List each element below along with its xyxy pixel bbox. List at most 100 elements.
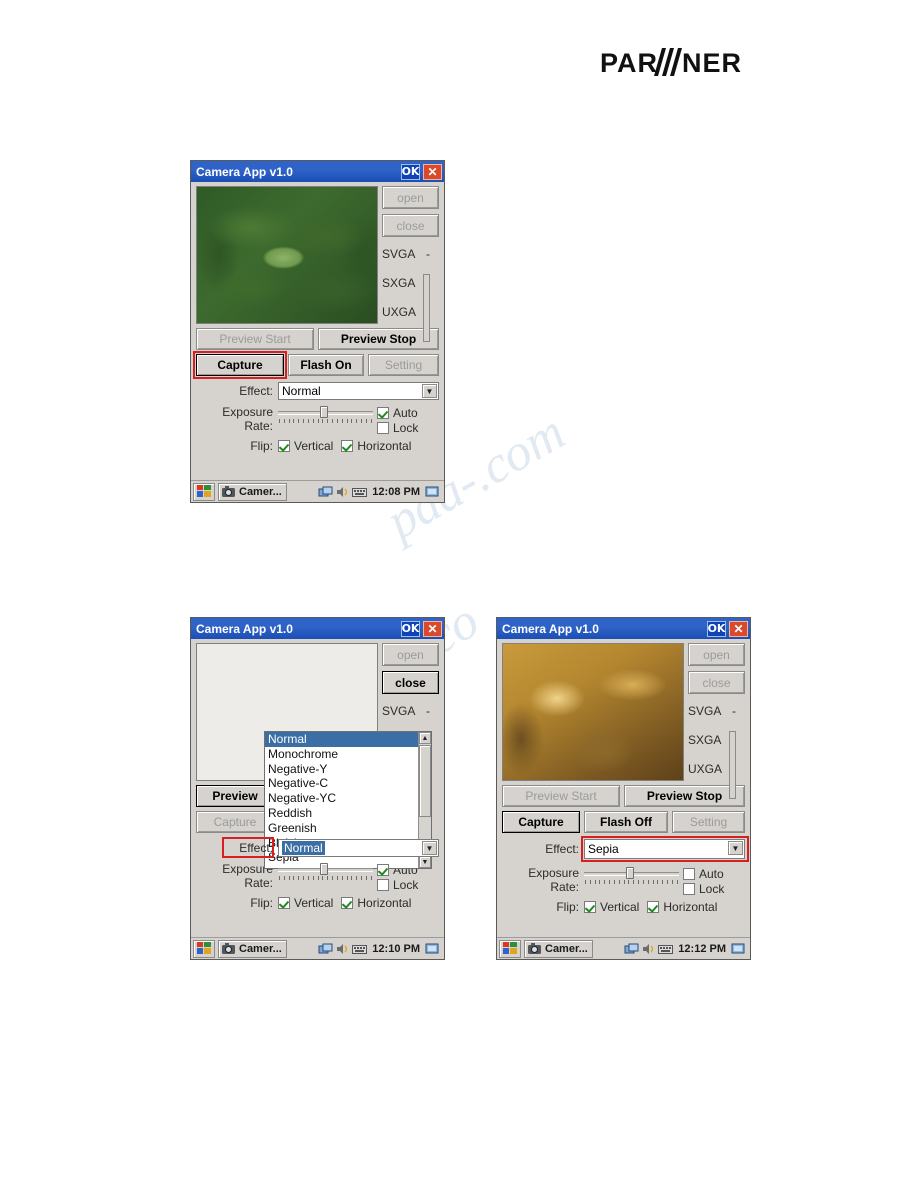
resolution-dash: - xyxy=(426,246,430,261)
setting-button[interactable]: Setting xyxy=(672,811,745,833)
setting-button[interactable]: Setting xyxy=(368,354,439,376)
network-icon[interactable] xyxy=(318,485,333,499)
capture-button[interactable]: Capture xyxy=(502,811,580,833)
dropdown-item[interactable]: Negative-Y xyxy=(265,762,418,777)
checkbox-icon[interactable] xyxy=(683,882,695,895)
preview-stop-button[interactable]: Preview Stop xyxy=(624,785,745,807)
checkbox-icon[interactable] xyxy=(377,863,389,876)
effect-combo[interactable]: Normal ▼ xyxy=(278,839,439,857)
open-button[interactable]: open xyxy=(382,643,439,666)
slider-thumb[interactable] xyxy=(319,863,328,875)
flip-horizontal-checkbox[interactable]: Horizontal xyxy=(647,900,717,914)
resolution-item-uxga[interactable]: UXGA- xyxy=(382,303,439,320)
start-button-icon[interactable] xyxy=(193,939,215,958)
auto-checkbox[interactable]: Auto xyxy=(377,405,439,420)
chevron-down-icon[interactable]: ▼ xyxy=(422,841,437,855)
capture-button[interactable]: Capture xyxy=(196,811,274,833)
checkbox-icon[interactable] xyxy=(377,406,389,419)
checkbox-icon[interactable] xyxy=(683,867,695,880)
close-icon[interactable]: ✕ xyxy=(729,620,748,637)
chevron-down-icon[interactable]: ▼ xyxy=(422,384,437,398)
scroll-up-icon[interactable]: ▲ xyxy=(419,732,431,744)
close-icon[interactable]: ✕ xyxy=(423,620,442,637)
flash-button[interactable]: Flash Off xyxy=(584,811,668,833)
close-button[interactable]: close xyxy=(382,214,439,237)
volume-icon[interactable] xyxy=(641,942,656,956)
ok-button[interactable]: OK xyxy=(707,620,726,637)
dropdown-item[interactable]: Negative-YC xyxy=(265,791,418,806)
desktop-icon[interactable] xyxy=(425,942,440,956)
dropdown-item[interactable]: Negative-C xyxy=(265,776,418,791)
exposure-slider[interactable] xyxy=(278,862,373,876)
dropdown-item[interactable]: Normal xyxy=(265,732,418,747)
checkbox-icon[interactable] xyxy=(341,897,354,909)
lock-checkbox[interactable]: Lock xyxy=(377,877,439,892)
slider-thumb[interactable] xyxy=(319,406,328,418)
flip-vertical-checkbox[interactable]: Vertical xyxy=(584,900,639,914)
capture-highlight-box xyxy=(193,351,287,379)
checkbox-icon[interactable] xyxy=(341,440,354,452)
taskbar-app-item[interactable]: Camer... xyxy=(218,482,287,501)
effect-value: Normal xyxy=(282,384,321,398)
checkbox-icon[interactable] xyxy=(278,440,290,452)
dropdown-item[interactable]: Greenish xyxy=(265,821,418,836)
keyboard-icon[interactable] xyxy=(352,485,368,499)
dropdown-item[interactable]: Reddish xyxy=(265,806,418,821)
resolution-item-sxga[interactable]: SXGA- xyxy=(688,731,745,748)
keyboard-icon[interactable] xyxy=(658,942,674,956)
auto-checkbox[interactable]: Auto xyxy=(683,866,745,881)
checkbox-icon[interactable] xyxy=(377,421,389,434)
resolution-item-svga[interactable]: SVGA - xyxy=(688,702,745,719)
preview-start-button[interactable]: Preview xyxy=(196,785,274,807)
network-icon[interactable] xyxy=(624,942,639,956)
start-button-icon[interactable] xyxy=(193,482,215,501)
ok-button[interactable]: OK xyxy=(401,163,420,180)
checkbox-icon[interactable] xyxy=(647,901,660,913)
resolution-slider[interactable] xyxy=(423,274,430,342)
close-icon[interactable]: ✕ xyxy=(423,163,442,180)
resolution-item-svga[interactable]: SVGA - xyxy=(382,245,439,262)
dropdown-item[interactable]: Monochrome xyxy=(265,747,418,762)
checkbox-icon[interactable] xyxy=(584,901,596,913)
exposure-slider[interactable] xyxy=(278,405,373,419)
desktop-icon[interactable] xyxy=(731,942,746,956)
keyboard-icon[interactable] xyxy=(352,942,368,956)
desktop-icon[interactable] xyxy=(425,485,440,499)
lock-checkbox[interactable]: Lock xyxy=(683,881,745,896)
exposure-checkboxes: Auto Lock xyxy=(377,405,439,435)
flip-vertical-checkbox[interactable]: Vertical xyxy=(278,896,333,910)
close-button[interactable]: close xyxy=(688,671,745,694)
flash-button[interactable]: Flash On xyxy=(288,354,364,376)
effect-row: Effect: Normal ▼ xyxy=(196,837,439,858)
start-button-icon[interactable] xyxy=(499,939,521,958)
exposure-slider[interactable] xyxy=(584,866,679,880)
flip-horizontal-checkbox[interactable]: Horizontal xyxy=(341,896,411,910)
preview-start-button[interactable]: Preview Start xyxy=(502,785,620,807)
volume-icon[interactable] xyxy=(335,485,350,499)
network-icon[interactable] xyxy=(318,942,333,956)
resolution-item-sxga[interactable]: SXGA- xyxy=(382,274,439,291)
effect-combo[interactable]: Normal ▼ xyxy=(278,382,439,400)
close-button[interactable]: close xyxy=(382,671,439,694)
preview-stop-button[interactable]: Preview Stop xyxy=(318,328,439,350)
checkbox-icon[interactable] xyxy=(377,878,389,891)
scrollbar-thumb[interactable] xyxy=(419,745,431,817)
checkbox-icon[interactable] xyxy=(278,897,290,909)
resolution-item-svga[interactable]: SVGA - xyxy=(382,702,439,719)
flip-vertical-label: Vertical xyxy=(294,439,334,453)
resolution-item-uxga[interactable]: UXGA- xyxy=(688,760,745,777)
open-button[interactable]: open xyxy=(688,643,745,666)
open-button[interactable]: open xyxy=(382,186,439,209)
lock-label: Lock xyxy=(699,881,725,896)
flip-vertical-checkbox[interactable]: Vertical xyxy=(278,439,333,453)
lock-checkbox[interactable]: Lock xyxy=(377,420,439,435)
volume-icon[interactable] xyxy=(335,942,350,956)
taskbar-app-item[interactable]: Camer... xyxy=(524,939,593,958)
resolution-slider[interactable] xyxy=(729,731,736,799)
slider-thumb[interactable] xyxy=(625,867,634,879)
scroll-down-icon[interactable]: ▼ xyxy=(419,856,431,868)
preview-start-button[interactable]: Preview Start xyxy=(196,328,314,350)
ok-button[interactable]: OK xyxy=(401,620,420,637)
taskbar-app-item[interactable]: Camer... xyxy=(218,939,287,958)
flip-horizontal-checkbox[interactable]: Horizontal xyxy=(341,439,411,453)
